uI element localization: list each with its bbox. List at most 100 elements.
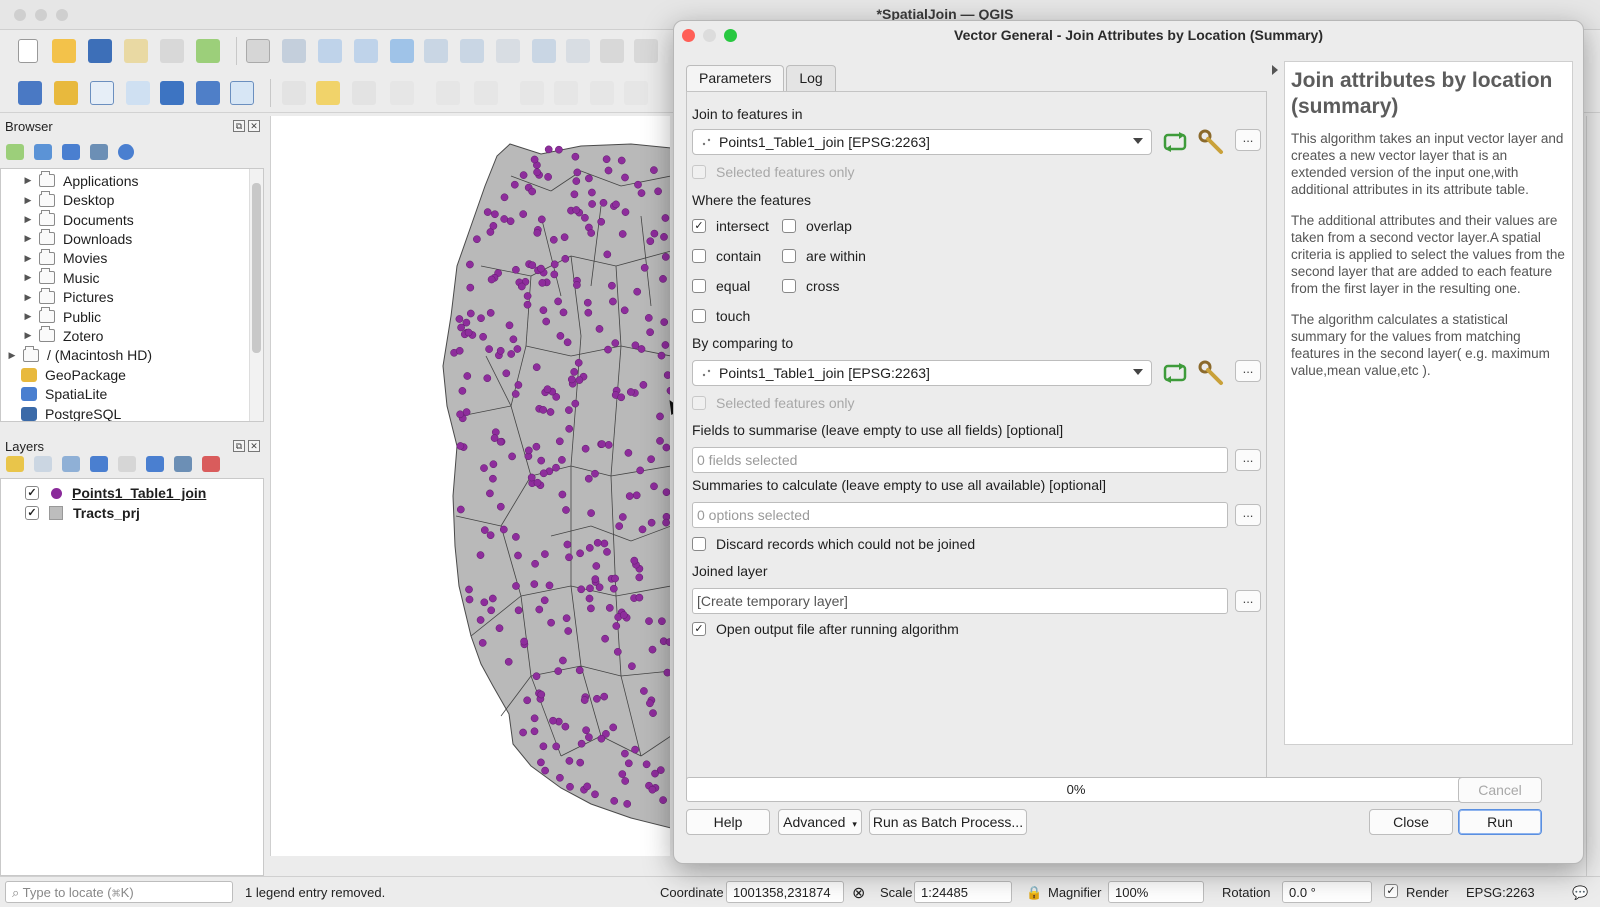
predicate-cross-checkbox[interactable]: cross — [782, 278, 839, 294]
add-group-icon[interactable] — [34, 456, 52, 472]
new-map-view-icon[interactable] — [600, 39, 624, 63]
zoom-last-icon[interactable] — [532, 39, 556, 63]
refresh-icon[interactable] — [34, 144, 52, 160]
vertex-tool-icon[interactable] — [436, 81, 460, 105]
filter-browser-icon[interactable] — [62, 144, 80, 160]
predicate-contain-checkbox[interactable]: contain — [692, 248, 761, 264]
browser-item[interactable]: ▶ / (Macintosh HD) — [5, 345, 152, 366]
add-vector-layer-icon[interactable] — [90, 81, 114, 105]
browser-item[interactable]: PostgreSQL — [21, 404, 121, 421]
iterate-over-features-icon[interactable] — [1161, 360, 1189, 386]
messages-icon[interactable]: 💬 — [1572, 885, 1588, 901]
rotation-spinbox[interactable]: 0.0 ° — [1282, 881, 1372, 903]
browser-item[interactable]: ▶ Documents — [21, 210, 134, 230]
compare-to-browse-button[interactable]: ... — [1235, 360, 1261, 382]
advanced-options-wrench-icon[interactable] — [1197, 128, 1225, 154]
browser-item[interactable]: ▶ Applications — [21, 171, 139, 191]
add-line-feature-icon[interactable] — [390, 81, 414, 105]
summaries-browse-button[interactable]: ... — [1235, 504, 1261, 526]
zoom-full-icon[interactable] — [390, 39, 414, 63]
zoom-native-icon[interactable] — [496, 39, 520, 63]
layer-visibility-checkbox[interactable]: ✓ — [25, 486, 39, 500]
add-geopackage-icon[interactable] — [54, 81, 78, 105]
close-button[interactable]: Close — [1369, 809, 1453, 835]
add-delimited-text-icon[interactable] — [230, 81, 254, 105]
close-panel-icon[interactable]: ✕ — [248, 440, 260, 452]
browser-item[interactable]: ▶ Desktop — [21, 190, 114, 210]
save-project-icon[interactable] — [88, 39, 112, 63]
join-to-browse-button[interactable]: ... — [1235, 129, 1261, 151]
predicate-overlap-checkbox[interactable]: overlap — [782, 218, 852, 234]
properties-icon[interactable] — [118, 144, 134, 160]
data-source-manager-icon[interactable] — [18, 81, 42, 105]
zoom-next-icon[interactable] — [566, 39, 590, 63]
browser-item[interactable]: ▶ Pictures — [21, 287, 114, 307]
filter-by-expression-icon[interactable] — [118, 456, 136, 472]
summaries-input[interactable]: 0 options selected — [692, 502, 1228, 528]
expand-arrow-icon[interactable]: ▶ — [21, 195, 35, 206]
advanced-button[interactable]: Advanced ▾ — [778, 809, 862, 835]
add-raster-layer-icon[interactable] — [160, 81, 184, 105]
browser-item[interactable]: ▶ Movies — [21, 248, 107, 269]
expand-arrow-icon[interactable]: ▶ — [5, 350, 19, 361]
browser-tree[interactable]: ▶ Applications ▶ Desktop ▶ Documents ▶ Download… — [0, 168, 264, 422]
lock-scale-icon[interactable]: 🔒 — [1026, 885, 1042, 901]
collapse-all-layers-icon[interactable] — [174, 456, 192, 472]
pan-to-selection-icon[interactable] — [282, 39, 306, 63]
new-3d-map-icon[interactable] — [634, 39, 658, 63]
cancel-button[interactable]: Cancel — [1458, 777, 1542, 803]
style-manager-icon[interactable] — [196, 39, 220, 63]
open-output-checkbox[interactable]: ✓ Open output file after running algorit… — [692, 621, 959, 637]
zoom-out-icon[interactable] — [354, 39, 378, 63]
open-project-icon[interactable] — [52, 39, 76, 63]
copy-features-icon[interactable] — [590, 81, 614, 105]
run-button[interactable]: Run — [1458, 809, 1542, 835]
expand-arrow-icon[interactable]: ▶ — [21, 330, 35, 341]
modify-attributes-icon[interactable] — [474, 81, 498, 105]
browser-scrollbar[interactable] — [249, 169, 263, 421]
new-print-layout-icon[interactable] — [124, 39, 148, 63]
expand-arrow-icon[interactable]: ▶ — [21, 175, 35, 186]
expand-arrow-icon[interactable]: ▶ — [21, 311, 35, 322]
zoom-to-layer-icon[interactable] — [460, 39, 484, 63]
run-batch-button[interactable]: Run as Batch Process... — [869, 809, 1027, 835]
predicate-intersect-checkbox[interactable]: ✓ intersect — [692, 218, 769, 234]
compare-to-combobox[interactable]: Points1_Table1_join [EPSG:2263] — [692, 360, 1152, 386]
float-panel-icon[interactable]: ⧉ — [233, 120, 245, 132]
collapse-help-icon[interactable] — [1272, 65, 1278, 75]
layer-item[interactable]: ✓ Points1_Table1_join — [25, 483, 206, 503]
browser-item[interactable]: ▶ Zotero — [21, 326, 103, 346]
cut-features-icon[interactable] — [554, 81, 578, 105]
coordinate-field[interactable]: 1001358,231874 — [726, 881, 844, 903]
manage-visibility-icon[interactable] — [62, 456, 80, 472]
expand-arrow-icon[interactable]: ▶ — [21, 214, 35, 225]
zoom-to-selection-icon[interactable] — [424, 39, 448, 63]
layer-visibility-checkbox[interactable]: ✓ — [25, 506, 39, 520]
compare-selected-only-checkbox[interactable]: Selected features only — [692, 395, 855, 411]
browser-item[interactable]: ▶ Downloads — [21, 229, 132, 249]
layout-manager-icon[interactable] — [160, 39, 184, 63]
open-layer-styling-icon[interactable] — [6, 456, 24, 472]
paste-features-icon[interactable] — [624, 81, 648, 105]
fields-browse-button[interactable]: ... — [1235, 449, 1261, 471]
scale-combobox[interactable]: 1:24485 — [914, 881, 1012, 903]
expand-arrow-icon[interactable]: ▶ — [21, 272, 35, 283]
locator-search-input[interactable]: ⌕ Type to locate (⌘K) — [5, 881, 233, 903]
close-panel-icon[interactable]: ✕ — [248, 120, 260, 132]
collapse-all-icon[interactable] — [90, 144, 108, 160]
discard-records-checkbox[interactable]: Discard records which could not be joine… — [692, 536, 975, 552]
joined-layer-input[interactable]: [Create temporary layer] — [692, 588, 1228, 614]
fields-to-summarise-input[interactable]: 0 fields selected — [692, 447, 1228, 473]
predicate-equal-checkbox[interactable]: equal — [692, 278, 750, 294]
expand-arrow-icon[interactable]: ▶ — [21, 233, 35, 244]
expand-arrow-icon[interactable]: ▶ — [21, 292, 35, 303]
crs-button[interactable]: EPSG:2263 — [1466, 885, 1535, 900]
predicate-touch-checkbox[interactable]: touch — [692, 308, 750, 324]
joined-layer-browse-button[interactable]: ... — [1235, 590, 1261, 612]
layer-item[interactable]: ✓ Tracts_prj — [25, 503, 140, 523]
browser-item[interactable]: ▶ Public — [21, 307, 101, 327]
predicate-are-within-checkbox[interactable]: are within — [782, 248, 866, 264]
scrollbar-thumb[interactable] — [252, 183, 261, 353]
advanced-options-wrench-icon[interactable] — [1197, 359, 1225, 385]
tab-parameters[interactable]: Parameters — [686, 65, 785, 91]
